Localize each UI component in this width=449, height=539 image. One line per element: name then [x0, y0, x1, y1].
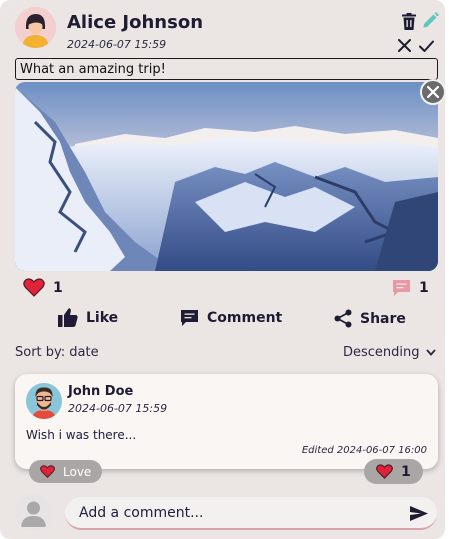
- heart-icon: [23, 278, 45, 297]
- post-text-input[interactable]: [15, 58, 438, 80]
- post-timestamp: 2024-06-07 15:59: [67, 38, 167, 51]
- sort-order-dropdown[interactable]: Descending: [343, 345, 436, 360]
- share-button[interactable]: Share: [334, 309, 406, 328]
- close-icon: [427, 86, 439, 98]
- confirm-edit-button[interactable]: [418, 38, 435, 53]
- close-icon: [398, 39, 411, 52]
- add-comment-placeholder: Add a comment...: [79, 504, 204, 521]
- sort-by-label[interactable]: Sort by: date: [15, 345, 99, 360]
- post-author-name[interactable]: Alice Johnson: [67, 12, 203, 33]
- chevron-down-icon: [425, 349, 436, 356]
- commenter-avatar[interactable]: [26, 383, 62, 419]
- comment-label: Comment: [207, 310, 283, 326]
- comment-author-name[interactable]: John Doe: [68, 384, 133, 399]
- remove-photo-button[interactable]: [420, 79, 446, 105]
- thumbs-up-icon: [58, 308, 78, 327]
- author-avatar[interactable]: [15, 7, 56, 48]
- sort-order-value: Descending: [343, 345, 420, 360]
- comments-count-icon[interactable]: [391, 279, 411, 297]
- share-label: Share: [360, 310, 406, 327]
- send-comment-button[interactable]: [409, 505, 429, 522]
- user-avatar-icon: [15, 7, 56, 48]
- comment-button[interactable]: Comment: [180, 309, 282, 327]
- send-icon: [410, 506, 428, 521]
- like-button[interactable]: Like: [58, 308, 118, 327]
- post-photo: [15, 82, 438, 271]
- add-comment-input[interactable]: Add a comment...: [65, 497, 437, 530]
- cancel-edit-button[interactable]: [397, 38, 412, 53]
- user-avatar-icon: [15, 494, 52, 531]
- heart-icon: [376, 464, 393, 479]
- comment-icon: [181, 310, 198, 326]
- comment-edited-stamp: Edited 2024-06-07 16:00: [301, 445, 427, 456]
- delete-post-button[interactable]: [401, 12, 417, 30]
- current-user-avatar[interactable]: [15, 494, 52, 531]
- likes-count: 1: [53, 280, 63, 296]
- like-label: Like: [86, 309, 119, 326]
- user-avatar-icon: [26, 383, 62, 419]
- comment-timestamp: 2024-06-07 15:59: [68, 402, 168, 415]
- pencil-icon: [423, 12, 439, 28]
- comment-card: John Doe 2024-06-07 15:59 Wish i was the…: [15, 374, 438, 469]
- edit-post-button[interactable]: [421, 11, 439, 30]
- love-label: Love: [63, 464, 92, 479]
- comment-reaction-count-pill[interactable]: 1: [364, 459, 423, 484]
- comment-icon: [392, 280, 410, 296]
- comment-text: Wish i was there...: [26, 428, 137, 442]
- check-icon: [419, 40, 434, 52]
- likes-heart-icon[interactable]: [23, 278, 45, 297]
- post-card: Alice Johnson 2024-06-07 15:59 What an a…: [0, 0, 446, 539]
- heart-icon: [40, 465, 55, 478]
- love-reaction-button[interactable]: Love: [29, 460, 102, 483]
- trash-icon: [402, 12, 416, 30]
- comments-count: 1: [419, 280, 429, 296]
- share-icon: [334, 309, 352, 328]
- comment-reaction-count: 1: [401, 463, 411, 480]
